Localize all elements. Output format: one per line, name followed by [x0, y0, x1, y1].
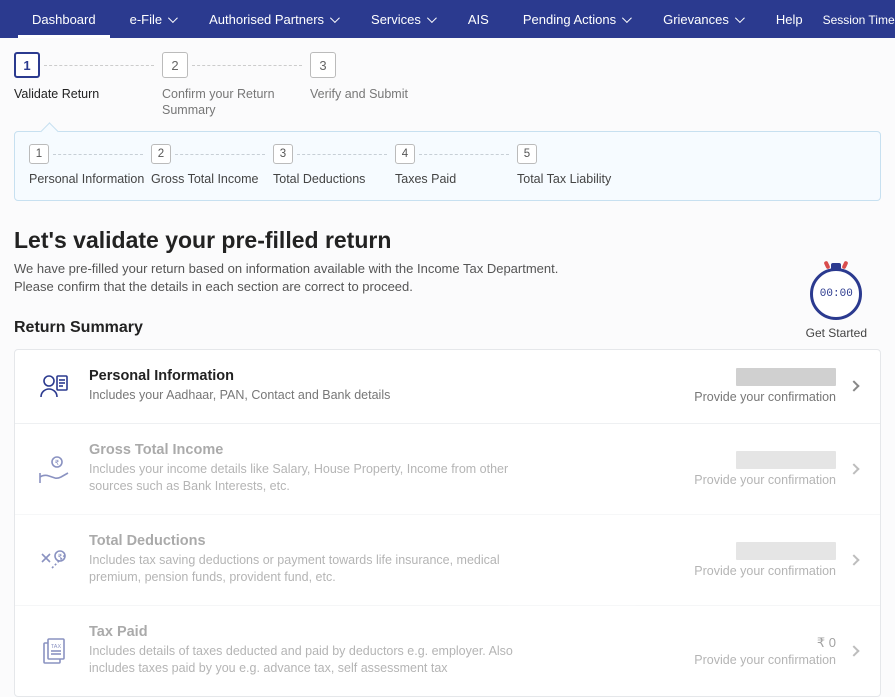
- person-card-icon: [37, 369, 71, 403]
- nav-grievances[interactable]: Grievances: [649, 0, 756, 38]
- confirm-label: Provide your confirmation: [694, 564, 836, 578]
- card-title: Personal Information: [89, 368, 686, 384]
- income-hand-icon: ₹: [37, 452, 71, 486]
- chevron-right-icon: [848, 645, 859, 656]
- summary-card-total-deductions[interactable]: ₹ Total Deductions Includes tax saving ded…: [15, 515, 880, 606]
- chevron-right-icon: [848, 381, 859, 392]
- svg-text:TAX: TAX: [51, 644, 62, 650]
- nav-dashboard[interactable]: Dashboard: [18, 0, 110, 38]
- deductions-icon: ₹: [37, 543, 71, 577]
- svg-text:₹: ₹: [55, 459, 60, 467]
- card-description: Includes your Aadhaar, PAN, Contact and …: [89, 387, 549, 405]
- chevron-right-icon: [848, 554, 859, 565]
- nav-ais[interactable]: AIS: [454, 0, 503, 38]
- timer-widget[interactable]: 00:00 Get Started: [806, 268, 867, 340]
- session-time: Session Time1 3 :: [823, 11, 895, 27]
- substep-1[interactable]: 1Personal Information: [29, 144, 153, 186]
- summary-card-gross-total-income[interactable]: ₹ Gross Total Income Includes your income …: [15, 424, 880, 515]
- chevron-right-icon: [848, 463, 859, 474]
- card-title: Gross Total Income: [89, 442, 686, 458]
- svg-text:₹: ₹: [58, 553, 63, 561]
- wizard-step-1[interactable]: 1Validate Return: [14, 52, 164, 102]
- nav-pending-actions[interactable]: Pending Actions: [509, 0, 643, 38]
- timer-label: Get Started: [806, 326, 867, 340]
- amount-masked: [736, 451, 836, 469]
- card-title: Tax Paid: [89, 624, 686, 640]
- amount-value: ₹ 0: [817, 635, 836, 651]
- wizard-step-2[interactable]: 2Confirm your Return Summary: [162, 52, 312, 119]
- page-subtitle: We have pre-filled your return based on …: [14, 260, 574, 298]
- stopwatch-icon: 00:00: [810, 268, 862, 320]
- summary-cards: Personal Information Includes your Aadhaa…: [14, 349, 881, 697]
- summary-card-personal-information[interactable]: Personal Information Includes your Aadhaa…: [15, 350, 880, 424]
- nav-help[interactable]: Help: [762, 0, 817, 38]
- nav-authorised-partners[interactable]: Authorised Partners: [195, 0, 351, 38]
- top-nav: Dashboarde-FileAuthorised PartnersServic…: [0, 0, 895, 38]
- substep-3[interactable]: 3Total Deductions: [273, 144, 397, 186]
- nav-services[interactable]: Services: [357, 0, 448, 38]
- tax-paid-icon: TAX: [37, 634, 71, 668]
- substeps-panel: 1Personal Information2Gross Total Income…: [14, 131, 881, 201]
- summary-card-tax-paid[interactable]: TAX Tax Paid Includes details of taxes ded…: [15, 606, 880, 696]
- substep-2[interactable]: 2Gross Total Income: [151, 144, 275, 186]
- confirm-label: Provide your confirmation: [694, 653, 836, 667]
- card-description: Includes your income details like Salary…: [89, 461, 549, 496]
- wizard-steps: 1Validate Return2Confirm your Return Sum…: [14, 52, 881, 119]
- wizard-step-3[interactable]: 3Verify and Submit: [310, 52, 460, 102]
- nav-e-file[interactable]: e-File: [116, 0, 190, 38]
- timer-display: 00:00: [820, 288, 853, 300]
- substep-5[interactable]: 5Total Tax Liability: [517, 144, 641, 186]
- substep-4[interactable]: 4Taxes Paid: [395, 144, 519, 186]
- amount-masked: [736, 542, 836, 560]
- card-description: Includes details of taxes deducted and p…: [89, 643, 549, 678]
- page-title: Let's validate your pre-filled return: [14, 227, 881, 254]
- confirm-label: Provide your confirmation: [694, 473, 836, 487]
- card-description: Includes tax saving deductions or paymen…: [89, 552, 549, 587]
- confirm-label: Provide your confirmation: [694, 390, 836, 404]
- section-title: Return Summary: [14, 319, 881, 337]
- amount-masked: [736, 368, 836, 386]
- card-title: Total Deductions: [89, 533, 686, 549]
